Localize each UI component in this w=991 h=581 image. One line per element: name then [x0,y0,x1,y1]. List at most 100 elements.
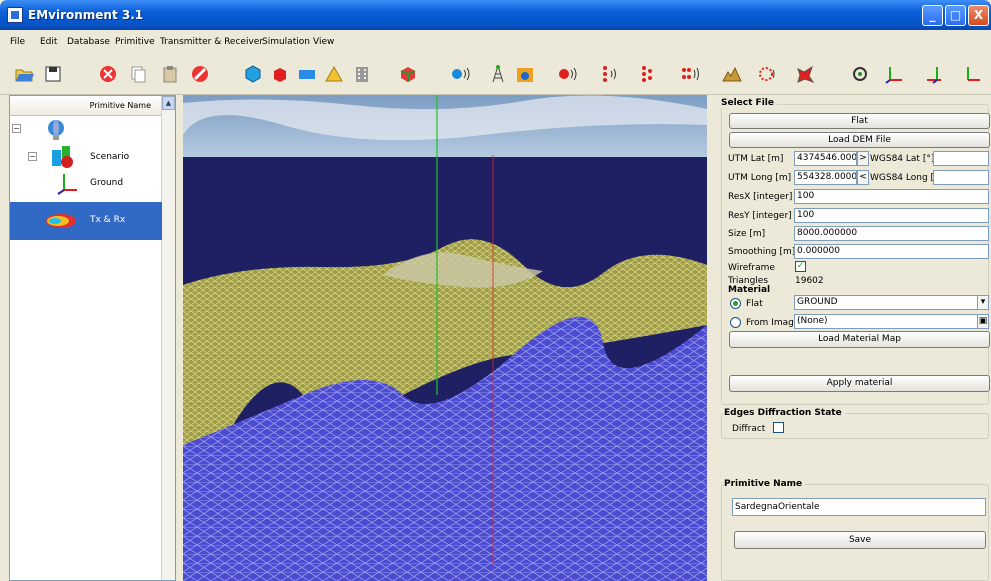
menu-file[interactable]: File [10,37,25,47]
save-button[interactable]: Save [734,531,986,549]
paste-icon[interactable] [160,64,180,84]
wgs-lat-label: WGS84 Lat [°] [870,154,935,164]
title-bar: EMvironment 3.1 _ □ X [0,0,991,30]
wgs-lat-input[interactable] [933,151,989,166]
wireframe-label: Wireframe [728,263,775,273]
material-image-radio[interactable] [730,317,741,328]
pyramid-icon[interactable] [324,64,344,84]
folder-icon[interactable]: ▣ [977,314,989,329]
utm-lat-input[interactable]: 4374546.00000 [794,151,857,166]
receiver-icon[interactable] [515,64,535,84]
chevron-down-icon[interactable]: ▾ [977,295,989,310]
tree-item-root[interactable]: − [10,116,162,142]
axes-icon [57,174,77,195]
receiver-matrix-icon[interactable] [680,64,700,84]
menu-view[interactable]: View [313,37,334,47]
smoothing-input[interactable]: 0.000000 [794,244,989,259]
primitive-name-input[interactable]: SardegnaOrientale [732,498,986,516]
import-mesh-icon[interactable] [398,64,418,84]
axis-yz-icon[interactable] [962,64,982,84]
utm-to-wgs-button[interactable]: > [857,151,869,166]
transmitter-icon[interactable] [450,64,470,84]
menu-simulation[interactable]: Simulation [262,37,310,47]
triangles-value: 19602 [795,276,824,286]
primitive-name-title: Primitive Name [724,479,806,489]
properties-panel: Select File Flat Load DEM File UTM Lat [… [715,95,991,581]
load-material-map-button[interactable]: Load Material Map [729,331,990,348]
menu-database[interactable]: Database [67,37,110,47]
wgs-long-label: WGS84 Long [°] [870,173,943,183]
cancel-icon[interactable] [190,64,210,84]
menu-primitive[interactable]: Primitive [115,37,155,47]
transmitter-array-icon[interactable] [600,64,620,84]
primitive-tree: Primitive Name ▲ − − Scenario Ground Tx … [9,95,176,581]
diffract-checkbox[interactable] [773,422,784,433]
maximize-button[interactable]: □ [945,5,966,26]
menu-edit[interactable]: Edit [40,37,57,47]
diffract-label: Diffract [732,424,766,434]
receiver-ring-icon[interactable] [758,64,778,84]
delete-icon[interactable] [98,64,118,84]
point-transmitter-icon[interactable] [557,64,577,84]
apply-material-button[interactable]: Apply material [729,375,990,392]
axis-xyz-icon[interactable] [884,64,904,84]
resy-label: ResY [integer] [728,211,792,221]
smoothing-label: Smoothing [m] [728,247,796,257]
rotate-icon[interactable] [850,64,870,84]
resy-input[interactable]: 100 [794,208,989,223]
utm-long-input[interactable]: 554328.000000 [794,170,857,185]
menu-transmitter-receiver[interactable]: Transmitter & Receiver [160,37,263,47]
material-select[interactable]: GROUND [794,295,978,310]
copy-icon[interactable] [128,64,148,84]
scroll-up-icon[interactable]: ▲ [162,96,175,110]
material-flat-label: Flat [746,299,763,309]
size-input[interactable]: 8000.000000 [794,226,989,241]
tree-label-ground: Ground [90,178,124,188]
window-title: EMvironment 3.1 [28,8,144,22]
material-image-label: From Image [746,318,800,328]
utm-lat-label: UTM Lat [m] [728,154,784,164]
tree-scrollbar[interactable]: ▲ [161,96,175,580]
root-icon [48,120,64,140]
tree-column-header[interactable]: Primitive Name [10,96,163,116]
wgs-long-input[interactable] [933,170,989,185]
utm-long-label: UTM Long [m] [728,173,792,183]
terrain-scene[interactable] [183,95,707,581]
resx-input[interactable]: 100 [794,189,989,204]
axis-xz-icon[interactable] [925,64,945,84]
receiver-grid-icon[interactable] [640,64,660,84]
tree-item-tx-rx[interactable]: Tx & Rx [10,202,162,240]
3d-viewport[interactable] [183,95,707,581]
collapse-toggle-icon[interactable]: − [12,124,21,133]
plane-icon[interactable] [297,64,317,84]
tree-item-scenario[interactable]: − Scenario [10,144,162,170]
select-file-title: Select File [721,98,777,108]
menu-bar: File Edit Database Primitive Transmitter… [0,30,991,54]
building-icon[interactable] [352,64,372,84]
cube-icon[interactable] [243,64,263,84]
open-folder-icon[interactable] [14,64,34,84]
load-dem-button[interactable]: Load DEM File [729,132,990,148]
minimize-button[interactable]: _ [922,5,943,26]
tree-label-tx-rx: Tx & Rx [90,215,126,225]
tree-label-scenario: Scenario [90,152,130,162]
save-icon[interactable] [43,64,63,84]
antenna-tower-icon[interactable] [488,64,508,84]
radiation-pattern-icon [46,214,76,228]
toolbar [0,55,991,95]
scatter-object-icon[interactable] [795,64,815,84]
material-flat-radio[interactable] [730,298,741,309]
terrain-icon[interactable] [722,64,742,84]
collapse-toggle-icon[interactable]: − [28,152,37,161]
wireframe-checkbox[interactable]: ✓ [795,261,806,272]
material-image-input[interactable]: (None) [794,314,978,329]
flat-button[interactable]: Flat [729,113,990,129]
edges-title: Edges Diffraction State [724,408,845,418]
tree-item-ground[interactable]: Ground [10,170,162,196]
size-label: Size [m] [728,229,766,239]
box-icon[interactable] [270,64,290,84]
app-icon[interactable] [7,7,23,23]
close-button[interactable]: X [968,5,989,26]
resx-label: ResX [integer] [728,192,793,202]
wgs-to-utm-button[interactable]: < [857,170,869,185]
